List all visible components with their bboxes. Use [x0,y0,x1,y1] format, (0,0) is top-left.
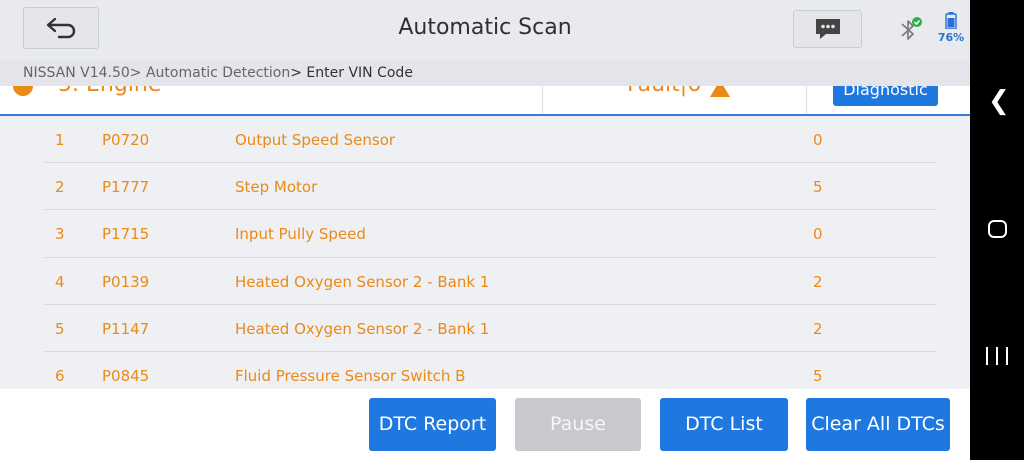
dtc-report-button[interactable]: DTC Report [369,398,496,451]
dtc-description: Step Motor [235,178,318,197]
dtc-table: 1 P0720 Output Speed Sensor 0 2 P1777 St… [45,116,937,400]
dtc-code: P1777 [102,178,150,197]
column-divider [806,86,807,114]
dtc-code: P1715 [102,225,150,244]
dtc-value: 5 [813,366,823,385]
dtc-description: Output Speed Sensor [235,131,396,149]
diagnostic-button[interactable]: Diagnostic [833,86,938,106]
dtc-value: 5 [813,178,823,197]
dtc-value: 0 [813,131,823,149]
row-index: 3 [55,225,65,244]
table-row[interactable]: 5 P1147 Heated Oxygen Sensor 2 - Bank 1 … [45,305,937,352]
dtc-description: Fluid Pressure Sensor Switch B [235,366,466,385]
bluetooth-icon [901,17,922,40]
breadcrumb-item-detection[interactable]: > Automatic Detection [130,65,290,81]
dtc-description: Heated Oxygen Sensor 2 - Bank 1 [235,272,490,291]
dtc-code: P1147 [102,319,150,338]
nav-recents-icon[interactable] [986,347,1008,367]
fault-status: Fault|6 [627,86,701,97]
dtc-description: Heated Oxygen Sensor 2 - Bank 1 [235,319,490,338]
row-index: 1 [55,131,65,149]
row-index: 6 [55,366,65,385]
dtc-value: 2 [813,319,823,338]
app-window: Automatic Scan 76% NISSAN V14.50> Automa… [0,0,970,460]
pause-button[interactable]: Pause [515,398,641,451]
message-button[interactable] [793,10,862,48]
nav-back-icon[interactable]: ❮ [988,86,1010,116]
warning-icon [710,86,730,97]
dtc-code: P0720 [102,131,150,149]
row-index: 5 [55,319,65,338]
row-index: 2 [55,178,65,197]
breadcrumb-item-make[interactable]: NISSAN V14.50 [23,65,130,81]
dtc-code: P0139 [102,272,150,291]
android-nav-bar: ❮ [970,0,1024,460]
dtc-value: 2 [813,272,823,291]
info-badge-icon [13,86,33,96]
table-row[interactable]: 3 P1715 Input Pully Speed 0 [45,210,937,258]
header-bar: Automatic Scan 76% [0,0,970,60]
battery-icon [945,12,957,29]
table-row[interactable]: 2 P1777 Step Motor 5 [45,163,937,211]
battery-percent: 76% [937,31,965,44]
table-row[interactable]: 1 P0720 Output Speed Sensor 0 [45,116,937,164]
breadcrumb-item-vin: > Enter VIN Code [290,65,413,81]
message-icon [815,19,840,39]
dtc-list-button[interactable]: DTC List [660,398,788,451]
system-name: 5. Engine [58,86,161,97]
breadcrumb: NISSAN V14.50> Automatic Detection> Ente… [0,60,970,86]
dtc-code: P0845 [102,366,150,385]
table-row[interactable]: 4 P0139 Heated Oxygen Sensor 2 - Bank 1 … [45,258,937,305]
footer-toolbar: DTC Report Pause DTC List Clear All DTCs [0,389,970,460]
nav-home-icon[interactable] [988,220,1007,238]
column-divider [542,86,543,114]
battery-indicator: 76% [936,12,966,46]
dtc-description: Input Pully Speed [235,225,366,244]
system-section-row: 5. Engine Fault|6 Diagnostic [0,86,970,116]
clear-all-dtcs-button[interactable]: Clear All DTCs [806,398,950,451]
dtc-value: 0 [813,225,823,244]
row-index: 4 [55,272,65,291]
